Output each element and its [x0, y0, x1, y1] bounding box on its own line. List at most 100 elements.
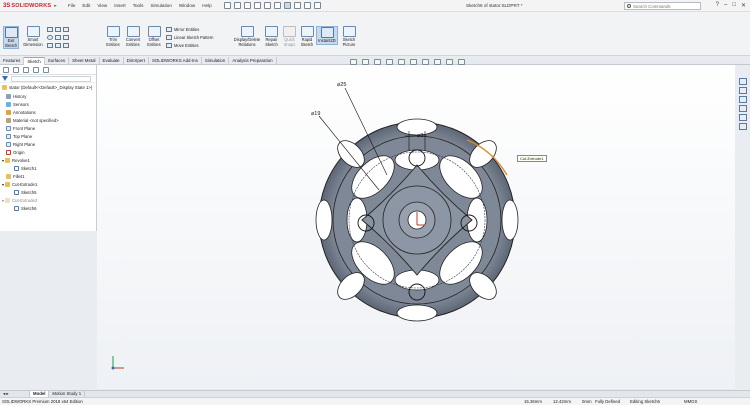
tab-dimxpert[interactable]: DimXpert — [124, 57, 149, 65]
menu-edit[interactable]: Edit — [82, 3, 90, 8]
dimension-hole[interactable]: ⌀3 — [417, 133, 423, 139]
close-button[interactable]: ✕ — [741, 2, 746, 9]
tab-analysis-preparation[interactable]: Analysis Preparation — [229, 57, 277, 65]
slot-icon[interactable] — [63, 27, 69, 32]
search-commands-box[interactable] — [624, 2, 701, 10]
solidworks-logo[interactable]: 3S SOLIDWORKS ▸ — [0, 3, 62, 9]
linear-pattern-icon[interactable] — [166, 35, 172, 40]
home-icon[interactable] — [223, 2, 231, 9]
menu-help[interactable]: Help — [202, 3, 211, 8]
sketch-picture-button[interactable]: Sketch Picture — [340, 26, 358, 47]
select-icon[interactable] — [283, 2, 291, 9]
tab-sketch[interactable]: Sketch — [24, 57, 45, 65]
print-icon[interactable] — [263, 2, 271, 9]
feature-manager-tab-icon[interactable] — [3, 67, 9, 73]
expand-arrow-icon[interactable]: ▾ — [2, 198, 4, 203]
maximize-button[interactable]: □ — [732, 2, 736, 9]
trim-entities-button[interactable]: Trim Entities — [104, 26, 122, 47]
tree-item-material[interactable]: Material <not specified> — [6, 118, 59, 123]
quick-snaps-button[interactable]: Quick Snaps — [282, 26, 297, 47]
tree-item-sensors[interactable]: Sensors — [6, 102, 29, 107]
tree-item-sketch5[interactable]: Sketch5 — [14, 190, 37, 195]
menu-insert[interactable]: Insert — [114, 3, 126, 8]
polygon-icon[interactable] — [63, 35, 69, 40]
menu-simulation[interactable]: Simulation — [150, 3, 171, 8]
tree-item-top-plane[interactable]: Top Plane — [6, 134, 32, 139]
dimension-outer[interactable]: ⌀25 — [337, 82, 346, 88]
open-icon[interactable] — [243, 2, 251, 9]
minimize-button[interactable]: – — [724, 2, 727, 9]
rebuild-icon[interactable] — [293, 2, 301, 9]
exit-sketch-button[interactable]: Exit Sketch — [3, 26, 19, 50]
tab-surfaces[interactable]: Surfaces — [45, 57, 70, 65]
tree-item-annotations[interactable]: Annotations — [6, 110, 36, 115]
tab-features[interactable]: Features — [0, 57, 25, 65]
display-delete-relations-button[interactable]: Display/Delete Relations — [232, 26, 262, 47]
menu-file[interactable]: File — [68, 3, 75, 8]
file-properties-icon[interactable] — [303, 2, 311, 9]
tree-item-fillet1[interactable]: Fillet1 — [6, 174, 24, 179]
tab-evaluate[interactable]: Evaluate — [100, 57, 124, 65]
flyout-arrow-icon[interactable]: ▸ — [54, 3, 57, 9]
save-icon[interactable] — [253, 2, 261, 9]
dimxpert-manager-tab-icon[interactable] — [33, 67, 39, 73]
dimension-inner[interactable]: ⌀19 — [311, 111, 320, 117]
solidworks-resources-icon[interactable] — [739, 78, 747, 85]
help-icon[interactable]: ? — [716, 2, 719, 9]
tree-item-right-plane[interactable]: Right Plane — [6, 142, 35, 147]
file-explorer-icon[interactable] — [739, 96, 747, 103]
mirror-entities-label[interactable]: Mirror Entities — [174, 27, 199, 32]
expand-arrow-icon[interactable]: ▾ — [2, 182, 4, 187]
offset-entities-button[interactable]: Offset Entities — [144, 26, 164, 47]
new-document-icon[interactable] — [233, 2, 241, 9]
property-manager-tab-icon[interactable] — [13, 67, 19, 73]
tree-root[interactable]: stator (Default<<Default>_Display State … — [2, 85, 92, 90]
line-icon[interactable] — [47, 27, 53, 32]
custom-properties-icon[interactable] — [739, 123, 747, 130]
circle-icon[interactable] — [47, 35, 53, 40]
view-palette-icon[interactable] — [739, 105, 747, 112]
display-manager-tab-icon[interactable] — [43, 67, 49, 73]
tree-item-cut-extrude2[interactable]: ▾ Cut-Extrude2 — [2, 198, 37, 203]
tree-item-sketch6[interactable]: Sketch6 — [14, 206, 37, 211]
repair-sketch-button[interactable]: Repair Sketch — [263, 26, 280, 47]
tree-item-cut-extrude1[interactable]: ▾ Cut-Extrude1 — [2, 182, 37, 187]
status-units[interactable]: MMGS — [684, 399, 697, 404]
undo-icon[interactable] — [273, 2, 281, 9]
tree-item-revolve1[interactable]: ▾ Revolve1 — [2, 158, 30, 163]
tab-simulation[interactable]: Simulation — [202, 57, 230, 65]
search-input[interactable] — [633, 3, 697, 9]
menu-view[interactable]: View — [97, 3, 107, 8]
ellipse-icon[interactable] — [55, 43, 61, 48]
tree-item-origin[interactable]: Origin — [6, 150, 24, 155]
fillet-sketch-icon[interactable] — [63, 43, 69, 48]
options-gear-icon[interactable] — [313, 2, 321, 9]
plane-icon — [6, 126, 11, 131]
tab-sheet-metal[interactable]: Sheet Metal — [69, 57, 100, 65]
tab-addins[interactable]: SOLIDWORKS Add-Ins — [149, 57, 202, 65]
rectangle-icon[interactable] — [55, 27, 61, 32]
linear-pattern-label[interactable]: Linear Sketch Pattern — [174, 35, 213, 40]
expand-arrow-icon[interactable]: ▾ — [2, 158, 4, 163]
graphics-area[interactable]: ⌀25 ⌀19 ⌀3 — [97, 65, 735, 389]
filter-input[interactable] — [11, 75, 91, 82]
arc-icon[interactable] — [55, 35, 61, 40]
filter-icon[interactable] — [2, 76, 8, 81]
move-entities-label[interactable]: Move Entities — [174, 43, 199, 48]
instant2d-button[interactable]: Instant2D — [316, 26, 338, 45]
mirror-icon[interactable] — [166, 27, 172, 32]
menu-tools[interactable]: Tools — [133, 3, 144, 8]
spline-icon[interactable] — [47, 43, 53, 48]
design-library-icon[interactable] — [739, 87, 747, 94]
move-icon[interactable] — [166, 43, 172, 48]
convert-entities-button[interactable]: Convert Entities — [123, 26, 143, 47]
cut-extrude-icon — [5, 198, 11, 203]
appearances-icon[interactable] — [739, 114, 747, 121]
menu-window[interactable]: Window — [179, 3, 195, 8]
tree-item-sketch1[interactable]: Sketch1 — [14, 166, 37, 171]
rapid-sketch-button[interactable]: Rapid Sketch — [299, 26, 315, 47]
tree-item-history[interactable]: History — [6, 94, 26, 99]
tree-item-front-plane[interactable]: Front Plane — [6, 126, 35, 131]
configuration-manager-tab-icon[interactable] — [23, 67, 29, 73]
smart-dimension-button[interactable]: Smart Dimension — [22, 26, 44, 47]
